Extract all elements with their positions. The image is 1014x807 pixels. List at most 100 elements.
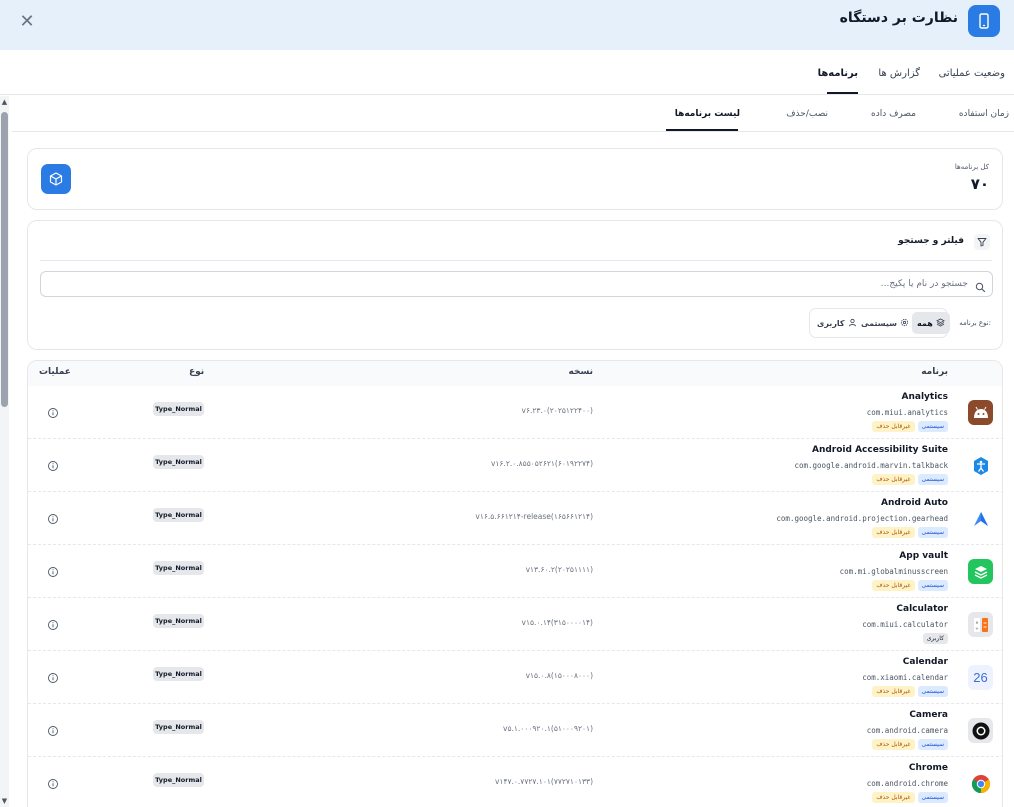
app-package: com.miui.analytics	[866, 408, 948, 417]
filter-system-button[interactable]: سیستمی	[856, 312, 914, 334]
chrome-icon	[968, 771, 993, 796]
header-type: نوع	[189, 367, 205, 377]
info-icon[interactable]	[47, 722, 59, 736]
header-app: برنامه	[921, 367, 948, 377]
filter-all-button[interactable]: همه	[912, 312, 950, 334]
tab-operational-status[interactable]: وضعیت عملیاتی	[939, 68, 1005, 79]
info-icon[interactable]	[47, 404, 59, 418]
type-badge: Type_Normal	[153, 561, 204, 575]
non-removable-badge: غیرقابل حذف	[872, 792, 915, 803]
non-removable-badge: غیرقابل حذف	[872, 580, 915, 591]
subtab-data-usage[interactable]: مصرف داده	[871, 109, 916, 119]
filter-system-label: سیستمی	[861, 318, 897, 328]
subtab-usage-time[interactable]: زمان استفاده	[959, 109, 1009, 119]
type-badge: Type_Normal	[153, 508, 204, 522]
app-name: Android Accessibility Suite	[811, 445, 948, 455]
filter-user-button[interactable]: کاربری	[812, 312, 862, 334]
app-version: v۱۴۷.۰.۷۷۲۷.۱۰۱(۷۷۲۷۱۰۱۳۳)	[494, 777, 593, 786]
svg-text:×: ×	[975, 620, 978, 625]
info-icon[interactable]	[47, 510, 59, 524]
android-auto-icon	[968, 506, 993, 531]
dialog-title: نظارت بر دستگاه	[839, 10, 958, 26]
system-badge: سیستمی	[917, 686, 948, 697]
app-name: Android Auto	[881, 498, 948, 508]
type-badge: Type_Normal	[153, 773, 204, 787]
total-apps-card: کل برنامه‌ها ۷۰	[27, 148, 1003, 210]
info-icon[interactable]	[47, 669, 59, 683]
table-row: Android Accessibility Suite com.google.a…	[28, 439, 1002, 492]
layers-icon	[935, 318, 945, 329]
divider	[40, 260, 992, 261]
header-version: نسخه	[568, 367, 593, 377]
type-badge: Type_Normal	[153, 402, 204, 416]
app-name: Calendar	[902, 657, 948, 667]
app-package: com.google.android.marvin.talkback	[794, 461, 948, 470]
app-badges: کاربری	[922, 633, 948, 644]
type-badge: Type_Normal	[153, 667, 204, 681]
app-name: Analytics	[901, 392, 948, 402]
app-badges: سیستمی غیرقابل حذف	[872, 792, 948, 803]
filter-title: فیلتر و جستجو	[898, 236, 964, 246]
scrollbar-thumb[interactable]	[1, 112, 8, 407]
tab-apps[interactable]: برنامه‌ها	[818, 68, 858, 79]
dialog-header: ✕ نظارت بر دستگاه	[0, 0, 1014, 50]
user-icon	[848, 318, 857, 329]
camera-icon	[968, 718, 993, 743]
type-badge: Type_Normal	[153, 720, 204, 734]
app-name: App vault	[899, 551, 948, 561]
app-version: v۱۳.۶۰.۲(۲۰۲۵۱۱۱۱)	[525, 565, 593, 574]
close-button[interactable]: ✕	[18, 12, 36, 32]
search-box[interactable]	[40, 271, 993, 297]
app-name: Calculator	[896, 604, 948, 614]
app-package: com.android.camera	[866, 726, 948, 735]
non-removable-badge: غیرقابل حذف	[872, 474, 915, 485]
table-row: × ÷ Calculator com.miui.calculator کاربری…	[28, 598, 1002, 651]
accessibility-icon	[968, 453, 993, 478]
app-type-label: نوع برنامه:	[959, 319, 991, 327]
phone-icon	[968, 5, 1000, 37]
funnel-icon	[974, 234, 990, 250]
sub-tabs: زمان استفاده مصرف داده نصب/حذف لیست برنا…	[12, 96, 1014, 132]
info-icon[interactable]	[47, 457, 59, 471]
non-removable-badge: غیرقابل حذف	[872, 527, 915, 538]
app-package: com.google.android.projection.gearhead	[776, 514, 948, 523]
app-vault-icon	[968, 559, 993, 584]
system-badge: سیستمی	[917, 739, 948, 750]
table-row: Camera com.android.camera سیستمی غیرقابل…	[28, 704, 1002, 757]
total-apps-value: ۷۰	[970, 175, 989, 193]
apps-table: برنامه نسخه نوع عملیات Analytics com.miu…	[27, 360, 1003, 807]
analytics-icon	[968, 400, 993, 425]
info-icon[interactable]	[47, 775, 59, 789]
subtab-install-remove[interactable]: نصب/حذف	[786, 109, 828, 119]
main-tabs: وضعیت عملیاتی گزارش ها برنامه‌ها	[0, 50, 1014, 95]
app-package: com.mi.globalminusscreen	[839, 567, 948, 576]
total-apps-label: کل برنامه‌ها	[954, 163, 989, 171]
non-removable-badge: غیرقابل حذف	[872, 686, 915, 697]
scroll-up-icon[interactable]: ▲	[0, 98, 9, 106]
app-name: Camera	[909, 710, 948, 720]
table-header: برنامه نسخه نوع عملیات	[28, 361, 1002, 386]
app-version: v۱۶.۲.۰.۸۵۵۰۵۲۶۲۱(۶۰۱۹۲۲۷۴)	[490, 459, 593, 468]
scroll-down-icon[interactable]: ▼	[0, 797, 9, 805]
tab-reports[interactable]: گزارش ها	[878, 68, 920, 79]
subtab-app-list[interactable]: لیست برنامه‌ها	[675, 109, 740, 119]
info-icon[interactable]	[47, 616, 59, 630]
type-badge: Type_Normal	[153, 614, 204, 628]
package-icon	[41, 164, 71, 194]
table-row: Android Auto com.google.android.projecti…	[28, 492, 1002, 545]
app-badges: سیستمی غیرقابل حذف	[872, 580, 948, 591]
table-row: Analytics com.miui.analytics سیستمی غیرق…	[28, 386, 1002, 439]
user-badge: کاربری	[922, 633, 948, 644]
close-icon: ✕	[19, 11, 35, 32]
info-icon[interactable]	[47, 563, 59, 577]
system-badge: سیستمی	[917, 792, 948, 803]
app-package: com.xiaomi.calendar	[862, 673, 948, 682]
system-badge: سیستمی	[917, 421, 948, 432]
calendar-day: 26	[973, 670, 988, 685]
app-badges: سیستمی غیرقابل حذف	[872, 686, 948, 697]
app-badges: سیستمی غیرقابل حذف	[872, 421, 948, 432]
table-row: App vault com.mi.globalminusscreen سیستم…	[28, 545, 1002, 598]
gear-icon	[900, 318, 909, 329]
search-input[interactable]	[88, 276, 968, 292]
non-removable-badge: غیرقابل حذف	[872, 421, 915, 432]
